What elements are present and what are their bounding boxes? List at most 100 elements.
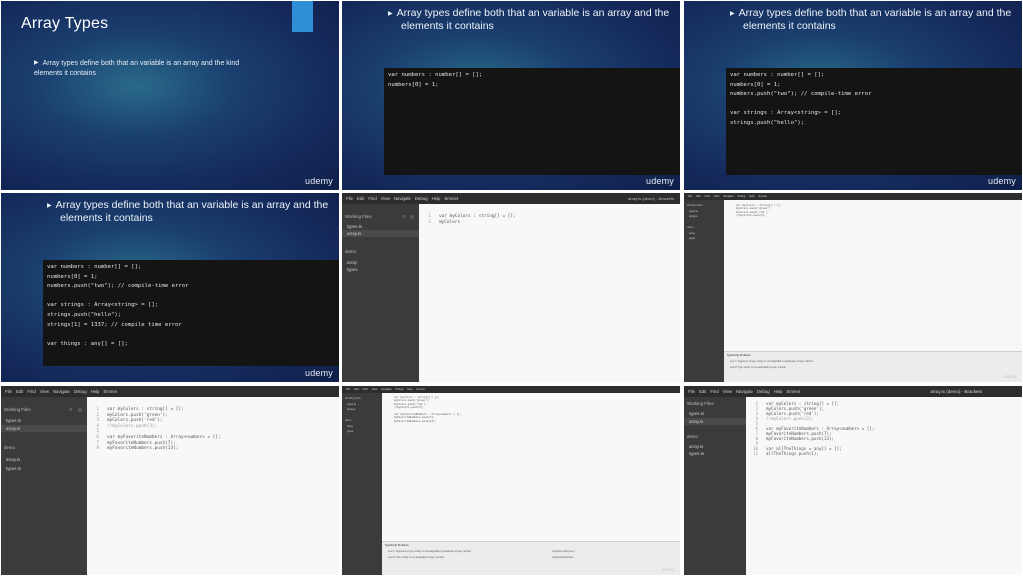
editor-step-1[interactable]: File Edit Find View Navigate Debug Help Emmet a… xyxy=(342,193,680,382)
bullet-line-1: Array types define both that an variable… xyxy=(42,60,240,67)
problem-row[interactable]: Line 8: Type 'string' is not assignable … xyxy=(388,556,444,559)
problems-header: TypeScript Problems xyxy=(727,354,751,357)
menu-find[interactable]: Find xyxy=(710,389,718,394)
problem-location[interactable]: myFavoriteNumbers xyxy=(552,556,574,559)
split-icon[interactable]: ▤ xyxy=(410,214,414,219)
menu-emmet[interactable]: Emmet xyxy=(417,388,425,391)
udemy-logo: udemy xyxy=(304,176,333,186)
project-header[interactable]: demo xyxy=(687,226,694,229)
slide-array-types-title[interactable]: Array Types ▶ Array types define both tha… xyxy=(1,1,339,190)
problem-row[interactable]: Line 7: Argument of type 'string' is not… xyxy=(388,550,472,553)
slide-code-step-3[interactable]: ▶ Array types define both that an variabl… xyxy=(1,193,339,382)
menu-view[interactable]: View xyxy=(723,389,732,394)
menu-navigate[interactable]: Navigate xyxy=(381,388,391,391)
bullet-line-2: elements it contains xyxy=(60,212,153,224)
tree-file-array[interactable]: array xyxy=(689,232,695,235)
tree-file-array[interactable]: array xyxy=(347,425,353,428)
working-file-types[interactable]: types.ts xyxy=(6,418,21,423)
menu-emmet[interactable]: Emmet xyxy=(103,389,117,394)
working-file-types[interactable]: types.ts xyxy=(689,411,704,416)
menu-view[interactable]: View xyxy=(372,388,378,391)
tree-file-array[interactable]: array.ts xyxy=(6,457,20,462)
menu-help[interactable]: Help xyxy=(774,389,783,394)
menu-find[interactable]: Find xyxy=(368,196,376,201)
menu-file[interactable]: File xyxy=(688,389,695,394)
tree-file-types[interactable]: types.ts xyxy=(6,466,21,471)
menu-edit[interactable]: Edit xyxy=(696,195,700,198)
code-editor[interactable]: 1 var myColors : string[] = []; 2 myColors… xyxy=(87,397,339,575)
menu-debug[interactable]: Debug xyxy=(757,389,770,394)
working-file-types[interactable]: types.ts xyxy=(347,403,356,406)
project-header[interactable]: demo xyxy=(345,249,356,254)
menu-view[interactable]: View xyxy=(381,196,390,201)
gear-icon[interactable]: ⚙ xyxy=(69,407,73,412)
slide-code-step-2[interactable]: ▶ Array types define both that an variabl… xyxy=(684,1,1022,190)
menu-edit[interactable]: Edit xyxy=(699,389,706,394)
menu-edit[interactable]: Edit xyxy=(16,389,23,394)
menu-find[interactable]: Find xyxy=(363,388,368,391)
working-file-array[interactable]: array.ts xyxy=(689,419,703,424)
working-files-header: Working Files xyxy=(345,214,372,219)
working-file-array[interactable]: array.ts xyxy=(347,408,355,411)
menu-find[interactable]: Find xyxy=(705,195,710,198)
problem-row[interactable]: Line 7: Argument of type 'string' is not… xyxy=(730,360,814,363)
menu-view[interactable]: View xyxy=(714,195,720,198)
menu-edit[interactable]: Edit xyxy=(354,388,358,391)
menu-file[interactable]: File xyxy=(346,388,350,391)
editor-step-5[interactable]: File Edit Find View Navigate Debug Help Emmet a… xyxy=(684,386,1022,575)
menu-navigate[interactable]: Navigate xyxy=(394,196,411,201)
menu-navigate[interactable]: Navigate xyxy=(53,389,70,394)
code-editor[interactable]: 1 var myColors : string[] = []; 2 myColors… xyxy=(746,397,1022,575)
problems-panel[interactable]: TypeScript Problems Line 7: Argument of … xyxy=(382,541,680,575)
menu-navigate[interactable]: Navigate xyxy=(736,389,753,394)
tree-file-types[interactable]: types.ts xyxy=(689,451,704,456)
menu-help[interactable]: Help xyxy=(432,196,441,201)
problem-row[interactable]: Line 8: Type 'string' is not assignable … xyxy=(730,366,786,369)
menu-file[interactable]: File xyxy=(346,196,353,201)
menu-navigate[interactable]: Navigate xyxy=(723,195,733,198)
slide-code-step-1[interactable]: ▶ Array types define both that an variabl… xyxy=(342,1,680,190)
gear-icon[interactable]: ⚙ xyxy=(402,214,406,219)
menu-bar: File Edit Find View Navigate Debug Help Emmet a… xyxy=(342,193,680,204)
working-file-array[interactable]: array.ts xyxy=(689,215,697,218)
menu-emmet[interactable]: Emmet xyxy=(444,196,458,201)
project-header[interactable]: demo xyxy=(345,419,352,422)
slide-title: Array Types xyxy=(21,15,109,32)
working-file-types[interactable]: types.ts xyxy=(689,210,698,213)
menu-debug[interactable]: Debug xyxy=(415,196,428,201)
editor-step-2[interactable]: File Edit Find View Navigate Debug Help Emmet W… xyxy=(684,193,1022,382)
menu-help[interactable]: Help xyxy=(407,388,412,391)
tree-file-array[interactable]: array xyxy=(347,260,357,265)
menu-emmet[interactable]: Emmet xyxy=(786,389,800,394)
menu-file[interactable]: File xyxy=(5,389,12,394)
menu-debug[interactable]: Debug xyxy=(396,388,404,391)
menu-find[interactable]: Find xyxy=(27,389,35,394)
menu-help[interactable]: Help xyxy=(91,389,100,394)
tree-file-types[interactable]: types xyxy=(347,267,358,272)
tree-file-types[interactable]: types xyxy=(347,430,353,433)
code-block: var numbers : number[] = []; numbers[0] … xyxy=(43,260,339,366)
menu-debug[interactable]: Debug xyxy=(74,389,87,394)
split-icon[interactable]: ▤ xyxy=(78,407,82,412)
tree-file-array[interactable]: array.ts xyxy=(689,444,703,449)
code-editor[interactable]: 1 var myColors : string[] = []; 2 myColors xyxy=(419,204,680,382)
menu-edit[interactable]: Edit xyxy=(357,196,364,201)
project-header[interactable]: demo xyxy=(4,445,15,450)
editor-step-3[interactable]: File Edit Find View Navigate Debug Help Emmet W… xyxy=(1,386,339,575)
menu-view[interactable]: View xyxy=(40,389,49,394)
menu-help[interactable]: Help xyxy=(749,195,754,198)
problem-location[interactable]: myColors.push('one'); xyxy=(552,550,575,553)
problems-panel[interactable]: TypeScript Problems Line 7: Argument of … xyxy=(724,351,1022,382)
bullet-triangle-icon: ▶ xyxy=(47,203,52,209)
working-file-array[interactable]: array.ts xyxy=(347,231,361,236)
working-file-array[interactable]: array.ts xyxy=(6,426,20,431)
sidebar: Working Files types.ts array.ts demo arr… xyxy=(684,200,724,382)
working-file-types[interactable]: types.ts xyxy=(347,224,362,229)
menu-emmet[interactable]: Emmet xyxy=(759,195,767,198)
menu-file[interactable]: File xyxy=(688,195,692,198)
tree-file-types[interactable]: types xyxy=(689,237,695,240)
project-header[interactable]: demo xyxy=(687,434,698,439)
editor-step-4[interactable]: File Edit Find View Navigate Debug Help Emmet W… xyxy=(342,386,680,575)
menu-debug[interactable]: Debug xyxy=(738,195,746,198)
